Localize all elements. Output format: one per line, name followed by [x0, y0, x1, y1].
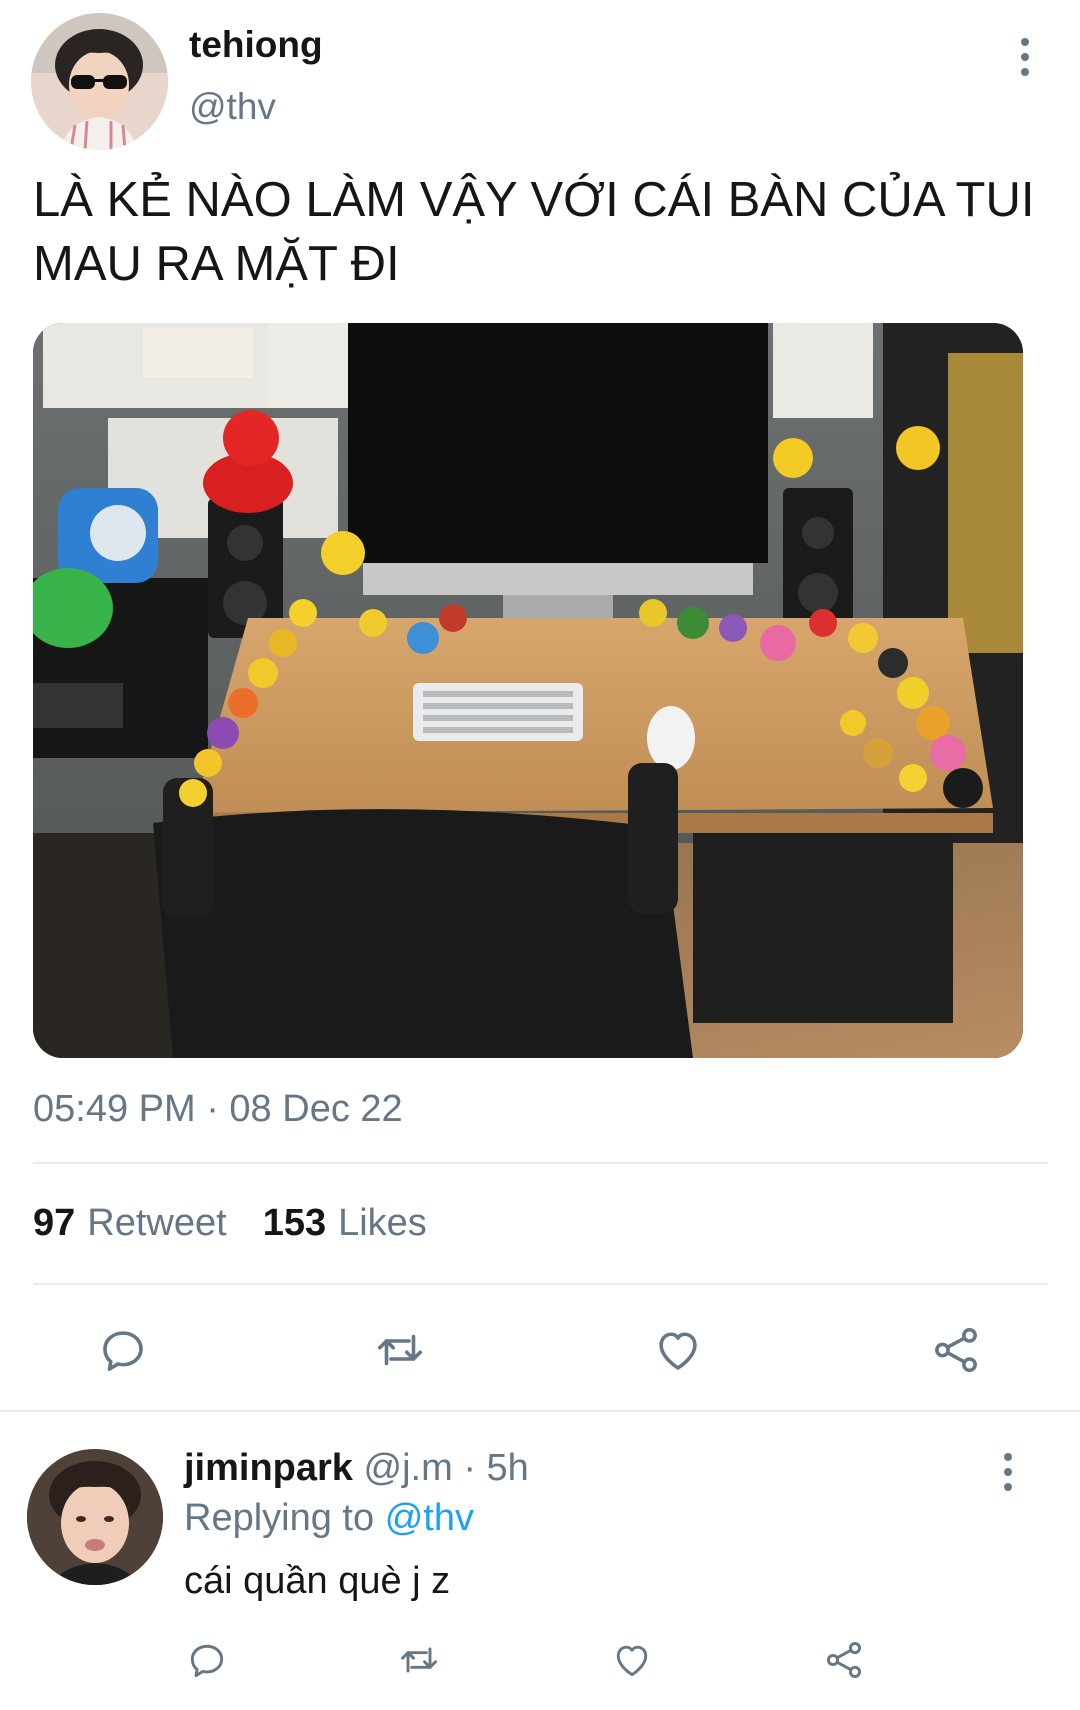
reply-handle[interactable]: @j.m: [364, 1447, 453, 1489]
reply-text: cái quần què j z: [184, 1560, 451, 1602]
tweet-timestamp: 05:49 PM · 08 Dec 22: [33, 1088, 403, 1130]
reply-time: 5h: [486, 1447, 529, 1489]
dot: [1021, 68, 1029, 76]
reply-icon[interactable]: [93, 1320, 153, 1380]
likes-stat[interactable]: 153 Likes: [263, 1202, 427, 1245]
dot: [1021, 53, 1029, 61]
author-avatar[interactable]: [31, 13, 168, 150]
tweet-stats: 97 Retweet 153 Likes: [33, 1202, 427, 1245]
section-divider: [0, 1410, 1080, 1412]
heart-icon[interactable]: [648, 1320, 708, 1380]
reply-more-options-icon[interactable]: [988, 1447, 1028, 1497]
author-avatar-image: [31, 13, 168, 150]
reply-header: jiminpark @j.m · 5h: [184, 1447, 529, 1490]
retweet-icon[interactable]: [370, 1320, 430, 1380]
reply-display-name[interactable]: jiminpark: [184, 1447, 353, 1489]
dot: [1004, 1483, 1012, 1491]
dot: [1004, 1453, 1012, 1461]
tweet-media-photo[interactable]: [33, 323, 1023, 1058]
dot: [1004, 1468, 1012, 1476]
replying-to-link[interactable]: @thv: [385, 1497, 474, 1539]
share-icon[interactable]: [926, 1320, 986, 1380]
share-icon[interactable]: [819, 1635, 869, 1685]
tweet-action-bar: [0, 1320, 1080, 1380]
like-count: 153: [262, 1202, 327, 1244]
reply-avatar-image: [27, 1449, 163, 1585]
author-display-name[interactable]: tehiong: [189, 24, 323, 66]
heart-icon[interactable]: [607, 1635, 657, 1685]
divider: [33, 1283, 1048, 1285]
more-options-icon[interactable]: [1005, 32, 1045, 82]
likes-label: Likes: [338, 1202, 427, 1244]
desk-photo: [33, 323, 1023, 1058]
reply-icon[interactable]: [182, 1635, 232, 1685]
dot: [1021, 38, 1029, 46]
reply-author-avatar[interactable]: [27, 1449, 163, 1585]
reply-action-bar: [0, 1635, 1080, 1685]
reply-separator: ·: [463, 1447, 476, 1489]
retweet-icon[interactable]: [394, 1635, 444, 1685]
retweet-stat[interactable]: 97 Retweet: [33, 1202, 227, 1245]
divider: [33, 1162, 1048, 1164]
retweet-label: Retweet: [87, 1202, 227, 1244]
replying-to-prefix: Replying to: [184, 1497, 375, 1539]
replying-to-line: Replying to @thv: [184, 1497, 474, 1540]
retweet-count: 97: [33, 1202, 76, 1244]
author-handle[interactable]: @thv: [189, 86, 276, 128]
tweet-text: LÀ KẺ NÀO LÀM VẬY VỚI CÁI BÀN CỦA TUI MA…: [33, 173, 1035, 291]
